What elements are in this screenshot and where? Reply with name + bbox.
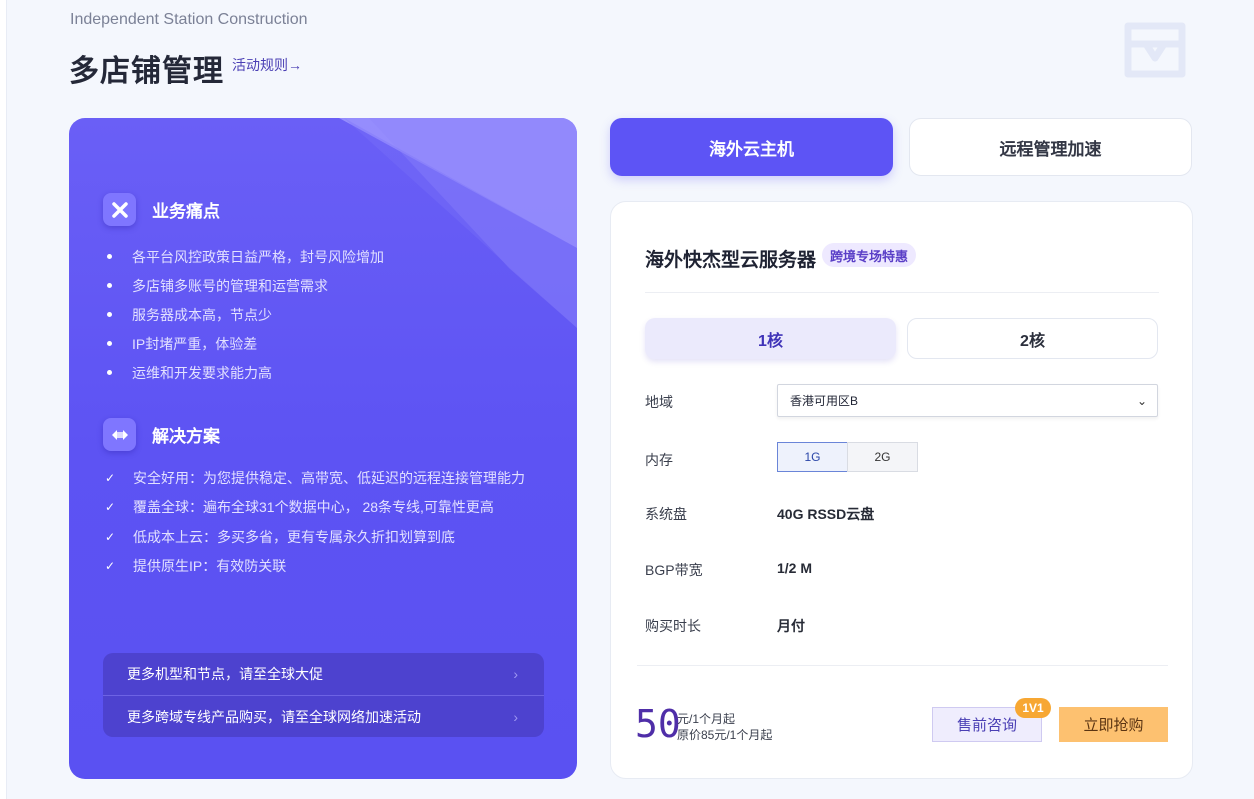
network-acceleration-link[interactable]: 更多跨域专线产品购买，请至全球网络加速活动 ›: [103, 695, 544, 737]
product-card: 海外快杰型云服务器 跨境专场特惠 1核 2核 地域 香港可用区B ⌄ 内存 1G…: [610, 201, 1193, 779]
page-title: 多店铺管理: [69, 55, 224, 88]
product-badge: 跨境专场特惠: [822, 243, 917, 267]
list-item: 多店铺多账号的管理和运营需求: [107, 271, 384, 300]
checkmark-icon: ✓: [105, 500, 116, 515]
x-icon: [103, 193, 136, 226]
bullet-icon: [107, 254, 112, 259]
list-item: ✓ 安全好用：为您提供稳定、高带宽、低延迟的远程连接管理能力: [105, 469, 525, 486]
bandwidth-value: 1/2 M: [777, 560, 813, 576]
global-promo-link[interactable]: 更多机型和节点，请至全球大促 ›: [103, 653, 544, 695]
pain-points-header: 业务痛点: [103, 193, 220, 226]
diamond-arrows-icon: [103, 418, 136, 451]
memory-option-2g[interactable]: 2G: [847, 442, 918, 472]
solutions-list: ✓ 安全好用：为您提供稳定、高带宽、低延迟的远程连接管理能力 ✓ 覆盖全球：遍布全球…: [105, 463, 525, 581]
buy-now-button[interactable]: 立即抢购: [1059, 707, 1168, 742]
list-item: 运维和开发要求能力高: [107, 358, 384, 387]
pain-points-list: 各平台风控政策日益严格，封号风险增加 多店铺多账号的管理和运营需求 服务器成本高…: [107, 242, 384, 387]
pain-points-title: 业务痛点: [152, 202, 220, 221]
bullet-icon: [107, 370, 112, 375]
core-option-1[interactable]: 1核: [645, 318, 896, 359]
bullet-icon: [107, 312, 112, 317]
tab-overseas-cloud-host[interactable]: 海外云主机: [610, 118, 893, 176]
region-label: 地域: [645, 394, 673, 410]
divider: [637, 665, 1168, 666]
list-item: ✓ 低成本上云：多买多省，更有专属永久折扣划算到底: [105, 528, 455, 545]
region-select[interactable]: 香港可用区B ⌄: [777, 384, 1158, 417]
promo-links-box: 更多机型和节点，请至全球大促 › 更多跨域专线产品购买，请至全球网络加速活动 ›: [103, 653, 544, 737]
checkmark-icon: ✓: [105, 470, 116, 485]
brand-logo-icon: [1124, 22, 1186, 78]
price-amount: 50: [635, 702, 681, 746]
chevron-right-icon: ›: [513, 666, 518, 682]
disk-value: 40G RSSD云盘: [777, 506, 875, 522]
chevron-down-icon: ⌄: [1136, 393, 1147, 408]
duration-label: 购买时长: [645, 618, 701, 634]
list-item: 服务器成本高，节点少: [107, 300, 384, 329]
list-item: 各平台风控政策日益严格，封号风险增加: [107, 242, 384, 271]
chevron-right-icon: ›: [513, 708, 518, 725]
checkmark-icon: ✓: [105, 559, 116, 574]
product-title: 海外快杰型云服务器: [645, 250, 817, 271]
page-subtitle: Independent Station Construction: [70, 11, 308, 28]
one-on-one-badge: 1V1: [1015, 698, 1051, 718]
activity-rules-link[interactable]: 活动规则→: [232, 55, 302, 75]
list-item: ✓ 覆盖全球：遍布全球31个数据中心， 28条专线,可靠性更高: [105, 499, 494, 516]
tab-remote-management[interactable]: 远程管理加速: [909, 118, 1192, 176]
memory-label: 内存: [645, 452, 673, 468]
left-info-panel: 业务痛点 各平台风控政策日益严格，封号风险增加 多店铺多账号的管理和运营需求 服…: [69, 118, 577, 779]
bandwidth-label: BGP带宽: [645, 562, 703, 578]
duration-value: 月付: [777, 618, 805, 634]
price-unit: 元/1个月起: [677, 712, 736, 726]
list-item: ✓ 提供原生IP：有效防关联: [105, 558, 287, 575]
core-option-2[interactable]: 2核: [907, 318, 1158, 359]
bullet-icon: [107, 283, 112, 288]
page-edge: [0, 0, 7, 799]
bullet-icon: [107, 341, 112, 346]
memory-option-1g[interactable]: 1G: [777, 442, 848, 472]
checkmark-icon: ✓: [105, 529, 116, 544]
list-item: IP封堵严重，体验差: [107, 329, 384, 358]
divider: [645, 292, 1159, 293]
solution-header: 解决方案: [103, 418, 220, 451]
original-price: 原价85元/1个月起: [677, 728, 773, 742]
disk-label: 系统盘: [645, 506, 687, 522]
solution-title: 解决方案: [152, 427, 220, 446]
region-value: 香港可用区B: [790, 394, 859, 408]
